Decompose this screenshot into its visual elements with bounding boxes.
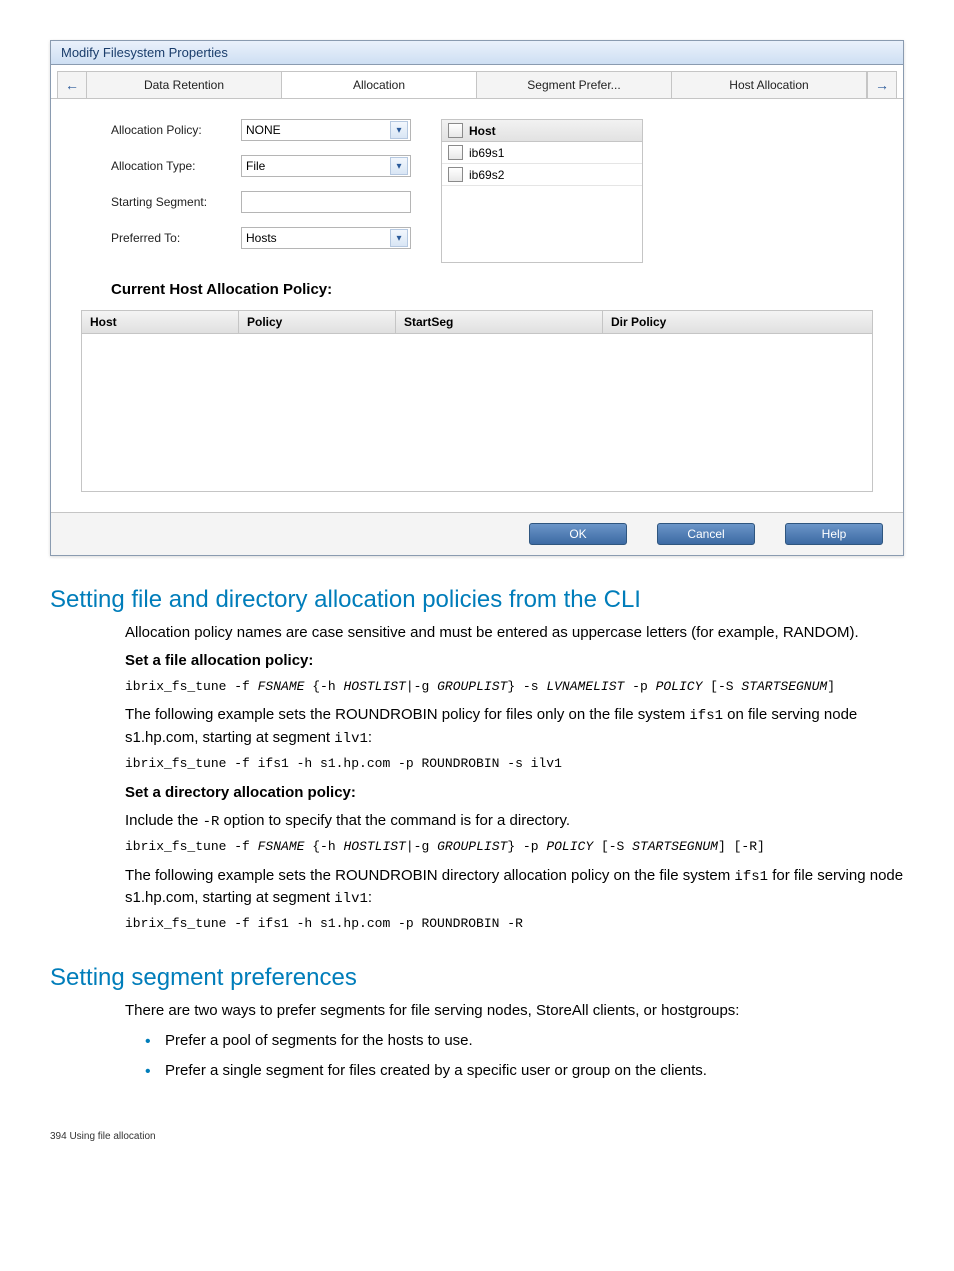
paragraph: Include the -R option to specify that th… <box>125 810 904 832</box>
subheading-dir-policy: Set a directory allocation policy: <box>125 782 904 804</box>
modify-filesystem-dialog: Modify Filesystem Properties ← Data Rete… <box>50 40 904 556</box>
host-select-all-checkbox[interactable] <box>448 123 463 138</box>
chevron-down-icon: ▾ <box>390 157 408 175</box>
text: : <box>368 889 372 906</box>
host-name: ib69s2 <box>469 168 504 182</box>
allocation-type-dropdown[interactable]: File ▾ <box>241 155 411 177</box>
tab-segment-prefer[interactable]: Segment Prefer... <box>477 71 672 98</box>
tab-scroll-right[interactable]: → <box>867 71 897 98</box>
arrow-left-icon: ← <box>65 77 79 93</box>
command-syntax: ibrix_fs_tune -f FSNAME {-h HOSTLIST|-g … <box>125 678 904 697</box>
current-policy-heading: Current Host Allocation Policy: <box>51 273 903 298</box>
starting-segment-input[interactable] <box>241 191 411 213</box>
inline-code: ifs1 <box>734 869 768 885</box>
host-header-label: Host <box>469 124 496 138</box>
chevron-down-icon: ▾ <box>390 229 408 247</box>
host-list-header: Host <box>442 120 642 142</box>
host-row[interactable]: ib69s2 <box>442 164 642 186</box>
allocation-type-label: Allocation Type: <box>111 159 241 173</box>
host-listbox: Host ib69s1 ib69s2 <box>441 119 643 263</box>
paragraph: Allocation policy names are case sensiti… <box>125 622 904 644</box>
cancel-button[interactable]: Cancel <box>657 523 755 545</box>
page-footer: 394 Using file allocation <box>50 1131 904 1142</box>
command-example: ibrix_fs_tune -f ifs1 -h s1.hp.com -p RO… <box>125 755 904 774</box>
text: The following example sets the ROUNDROBI… <box>125 706 689 723</box>
col-startseg[interactable]: StartSeg <box>396 311 603 333</box>
text: : <box>368 729 372 746</box>
heading-segment-preferences: Setting segment preferences <box>50 964 904 992</box>
host-row[interactable]: ib69s1 <box>442 142 642 164</box>
text: Include the <box>125 812 203 829</box>
policy-table-header: Host Policy StartSeg Dir Policy <box>82 311 872 334</box>
allocation-policy-value: NONE <box>246 123 281 137</box>
paragraph: The following example sets the ROUNDROBI… <box>125 704 904 749</box>
list-item: Prefer a single segment for files create… <box>145 1060 904 1082</box>
col-policy[interactable]: Policy <box>239 311 396 333</box>
allocation-type-value: File <box>246 159 265 173</box>
text: option to specify that the command is fo… <box>219 812 570 829</box>
host-checkbox[interactable] <box>448 145 463 160</box>
tab-host-allocation[interactable]: Host Allocation <box>672 71 867 98</box>
subheading-file-policy: Set a file allocation policy: <box>125 650 904 672</box>
col-dirpolicy[interactable]: Dir Policy <box>603 311 872 333</box>
command-example: ibrix_fs_tune -f ifs1 -h s1.hp.com -p RO… <box>125 915 904 934</box>
dialog-tabbar: ← Data Retention Allocation Segment Pref… <box>51 65 903 99</box>
preferred-to-value: Hosts <box>246 231 277 245</box>
heading-cli-policies: Setting file and directory allocation po… <box>50 586 904 614</box>
host-name: ib69s1 <box>469 146 504 160</box>
text: The following example sets the ROUNDROBI… <box>125 867 734 884</box>
arrow-right-icon: → <box>875 77 889 93</box>
inline-code: -R <box>203 814 220 830</box>
form-column: Allocation Policy: NONE ▾ Allocation Typ… <box>111 119 411 263</box>
starting-segment-label: Starting Segment: <box>111 195 241 209</box>
tab-scroll-left[interactable]: ← <box>57 71 87 98</box>
inline-code: ilv1 <box>334 891 368 907</box>
paragraph: There are two ways to prefer segments fo… <box>125 1000 904 1022</box>
inline-code: ilv1 <box>334 731 368 747</box>
tab-allocation[interactable]: Allocation <box>282 71 477 98</box>
help-button[interactable]: Help <box>785 523 883 545</box>
ok-button[interactable]: OK <box>529 523 627 545</box>
allocation-policy-dropdown[interactable]: NONE ▾ <box>241 119 411 141</box>
list-item: Prefer a pool of segments for the hosts … <box>145 1030 904 1052</box>
host-checkbox[interactable] <box>448 167 463 182</box>
tab-data-retention[interactable]: Data Retention <box>87 71 282 98</box>
paragraph: The following example sets the ROUNDROBI… <box>125 865 904 910</box>
bullet-list: Prefer a pool of segments for the hosts … <box>125 1030 904 1082</box>
command-syntax: ibrix_fs_tune -f FSNAME {-h HOSTLIST|-g … <box>125 838 904 857</box>
chevron-down-icon: ▾ <box>390 121 408 139</box>
preferred-to-label: Preferred To: <box>111 231 241 245</box>
dialog-footer: OK Cancel Help <box>51 512 903 555</box>
inline-code: ifs1 <box>689 708 723 724</box>
policy-table-wrap: Host Policy StartSeg Dir Policy <box>51 298 903 512</box>
col-host[interactable]: Host <box>82 311 239 333</box>
policy-table: Host Policy StartSeg Dir Policy <box>81 310 873 492</box>
dialog-title: Modify Filesystem Properties <box>51 41 903 65</box>
dialog-body: Allocation Policy: NONE ▾ Allocation Typ… <box>51 99 903 273</box>
preferred-to-dropdown[interactable]: Hosts ▾ <box>241 227 411 249</box>
allocation-policy-label: Allocation Policy: <box>111 123 241 137</box>
